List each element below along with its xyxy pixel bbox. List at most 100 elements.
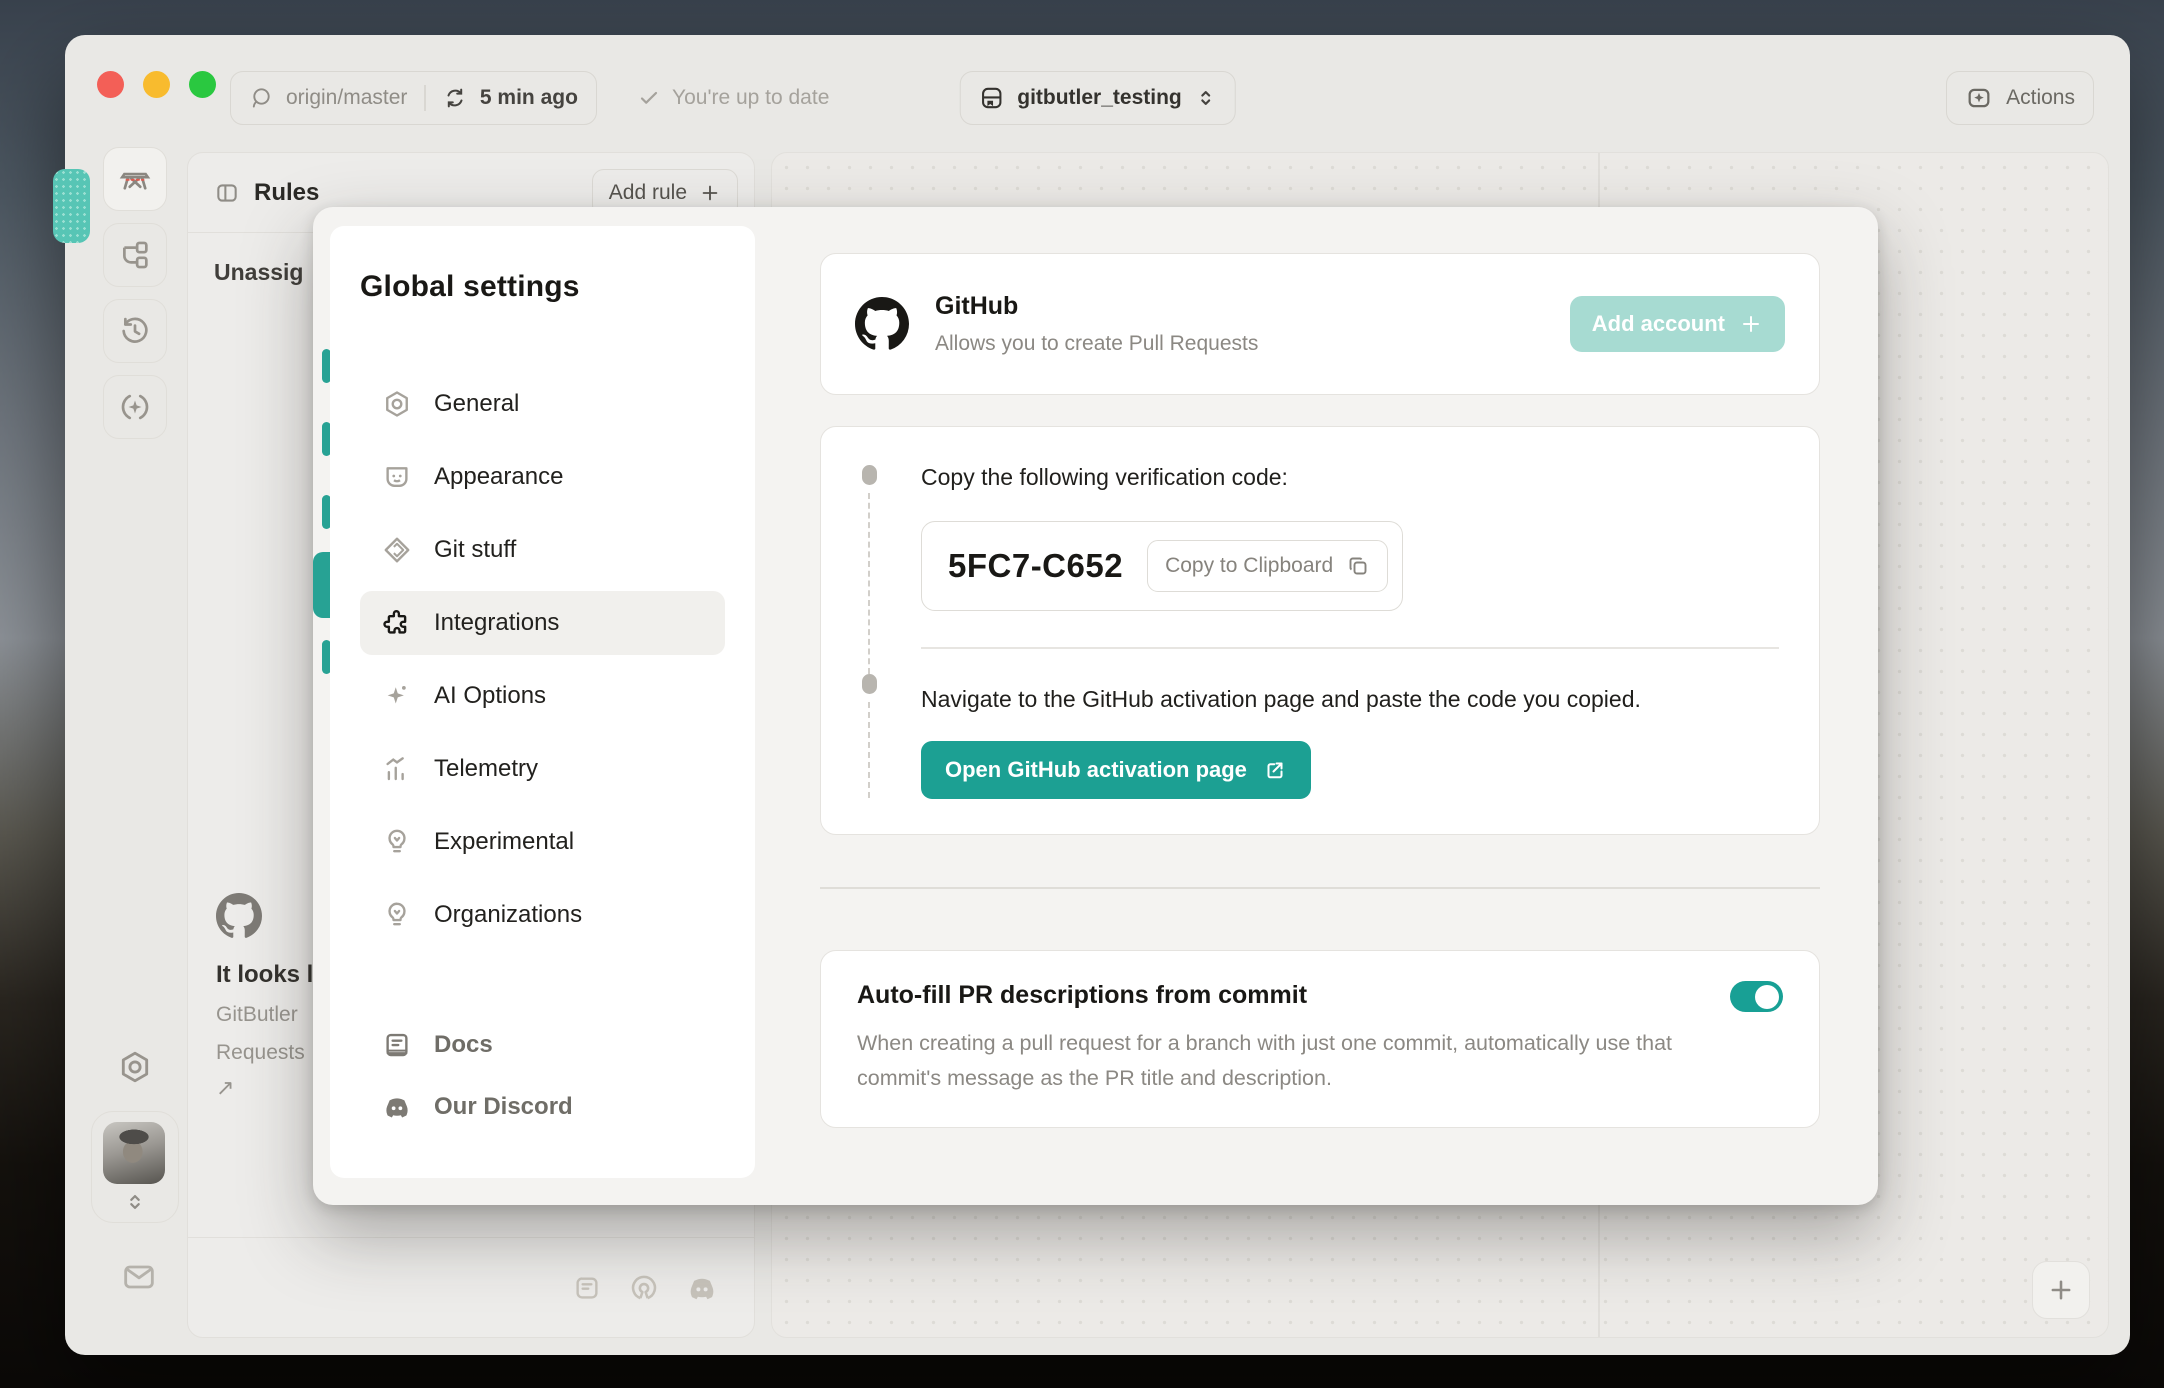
actions-button[interactable]: Actions — [1946, 71, 2094, 125]
plus-icon — [699, 182, 721, 204]
nav-label: General — [434, 390, 519, 418]
plus-icon — [1739, 312, 1763, 336]
autofill-title: Auto-fill PR descriptions from commit — [857, 981, 1307, 1010]
autofill-toggle[interactable] — [1730, 981, 1783, 1012]
step-1-dot — [862, 465, 877, 485]
topbar: origin/master 5 min ago You're up to dat… — [65, 35, 2130, 135]
nav-label: Telemetry — [434, 755, 538, 783]
docs-label: Docs — [434, 1031, 493, 1059]
sync-time: 5 min ago — [480, 86, 578, 110]
section-divider — [820, 887, 1820, 889]
discord-icon[interactable] — [686, 1272, 718, 1304]
discord-icon — [382, 1092, 412, 1122]
app-window: origin/master 5 min ago You're up to dat… — [65, 35, 2130, 1355]
nav-label: Experimental — [434, 828, 574, 856]
settings-nav: General Appearance — [360, 372, 725, 947]
history-tab[interactable] — [103, 299, 167, 363]
nav-item-appearance[interactable]: Appearance — [360, 445, 725, 509]
discord-link[interactable]: Our Discord — [360, 1076, 595, 1138]
copy-icon — [1346, 554, 1370, 578]
sparkle-icon — [382, 681, 412, 711]
nav-label: Git stuff — [434, 536, 516, 564]
integrations-content: GitHub Allows you to create Pull Request… — [820, 207, 1820, 1205]
history-clock-icon — [118, 314, 152, 348]
nav-item-general[interactable]: General — [360, 372, 725, 436]
open-source-icon[interactable] — [628, 1272, 660, 1304]
settings-sidebar: Global settings General — [330, 226, 755, 1178]
steps-divider — [921, 647, 1779, 649]
close-window-button[interactable] — [97, 71, 124, 98]
nav-item-ai-options[interactable]: AI Options — [360, 664, 725, 728]
bar-chart-icon — [382, 754, 412, 784]
global-settings-modal: Global settings General — [313, 207, 1878, 1205]
check-icon — [637, 86, 661, 110]
settings-button[interactable] — [103, 1035, 167, 1099]
external-link-icon — [1263, 758, 1287, 782]
sparkle-box-icon — [1965, 84, 1993, 112]
panel-split-icon — [214, 180, 240, 206]
rules-title: Rules — [254, 179, 319, 207]
hex-nut-icon — [382, 389, 412, 419]
minimize-window-button[interactable] — [143, 71, 170, 98]
github-octocat-icon — [855, 297, 909, 351]
open-github-activation-button[interactable]: Open GitHub activation page — [921, 741, 1311, 799]
settings-footer: Docs Our Discord — [360, 1014, 595, 1138]
branches-tab[interactable] — [103, 223, 167, 287]
left-rail — [91, 147, 187, 451]
branch-status-button[interactable]: origin/master 5 min ago — [230, 71, 597, 125]
traffic-lights — [97, 71, 216, 98]
sync-icon — [443, 86, 467, 110]
nav-item-telemetry[interactable]: Telemetry — [360, 737, 725, 801]
actions-label: Actions — [2006, 86, 2075, 110]
uptodate-status: You're up to date — [637, 71, 829, 125]
lightbulb-icon — [382, 900, 412, 930]
nav-item-git-stuff[interactable]: Git stuff — [360, 518, 725, 582]
rules-footer — [188, 1237, 754, 1337]
autofill-pr-card: Auto-fill PR descriptions from commit Wh… — [820, 950, 1820, 1128]
branches-icon — [118, 238, 152, 272]
uptodate-label: You're up to date — [672, 86, 829, 110]
add-account-label: Add account — [1592, 311, 1725, 337]
verification-steps-card: Copy the following verification code: 5F… — [820, 426, 1820, 835]
verification-code-box: 5FC7-C652 Copy to Clipboard — [921, 521, 1403, 611]
workbench-icon — [118, 162, 152, 196]
add-lane-button[interactable] — [2032, 1261, 2090, 1319]
feedback-mail-button[interactable] — [119, 1257, 187, 1297]
nav-label: Organizations — [434, 901, 582, 929]
diamond-icon — [382, 535, 412, 565]
ai-actions-tab[interactable] — [103, 375, 167, 439]
nav-item-organizations[interactable]: Organizations — [360, 883, 725, 947]
docs-link[interactable]: Docs — [360, 1014, 595, 1076]
chevron-updown-icon — [1195, 87, 1217, 109]
github-integration-card: GitHub Allows you to create Pull Request… — [820, 253, 1820, 395]
github-title: GitHub — [935, 292, 1258, 321]
autofill-description: When creating a pull request for a branc… — [857, 1026, 1687, 1096]
workspace-edge-tab[interactable] — [53, 169, 90, 243]
nav-tab-marker-integrations-active — [313, 552, 331, 618]
github-subtitle: Allows you to create Pull Requests — [935, 332, 1258, 356]
open-github-label: Open GitHub activation page — [945, 757, 1247, 783]
copy-to-clipboard-button[interactable]: Copy to Clipboard — [1147, 540, 1388, 592]
user-avatar — [103, 1122, 165, 1184]
add-account-button[interactable]: Add account — [1570, 296, 1785, 352]
nav-item-integrations[interactable]: Integrations — [360, 591, 725, 655]
settings-title: Global settings — [360, 270, 725, 304]
nav-item-experimental[interactable]: Experimental — [360, 810, 725, 874]
add-rule-label: Add rule — [609, 181, 687, 205]
mail-icon — [119, 1257, 187, 1297]
verification-code: 5FC7-C652 — [948, 547, 1123, 585]
mask-icon — [382, 462, 412, 492]
lightbulb-icon — [382, 827, 412, 857]
zoom-window-button[interactable] — [189, 71, 216, 98]
gear-hexagon-icon — [117, 1049, 153, 1085]
docs-icon — [382, 1030, 412, 1060]
remote-branch-icon — [249, 86, 273, 110]
nav-label: Appearance — [434, 463, 563, 491]
news-icon[interactable] — [572, 1273, 602, 1303]
copy-label: Copy to Clipboard — [1165, 554, 1333, 578]
project-selector[interactable]: gitbutler_testing — [959, 71, 1236, 125]
workspace-tab[interactable] — [103, 147, 167, 211]
nav-label: Integrations — [434, 609, 559, 637]
ai-sparkle-icon — [118, 390, 152, 424]
user-menu[interactable] — [91, 1111, 179, 1223]
